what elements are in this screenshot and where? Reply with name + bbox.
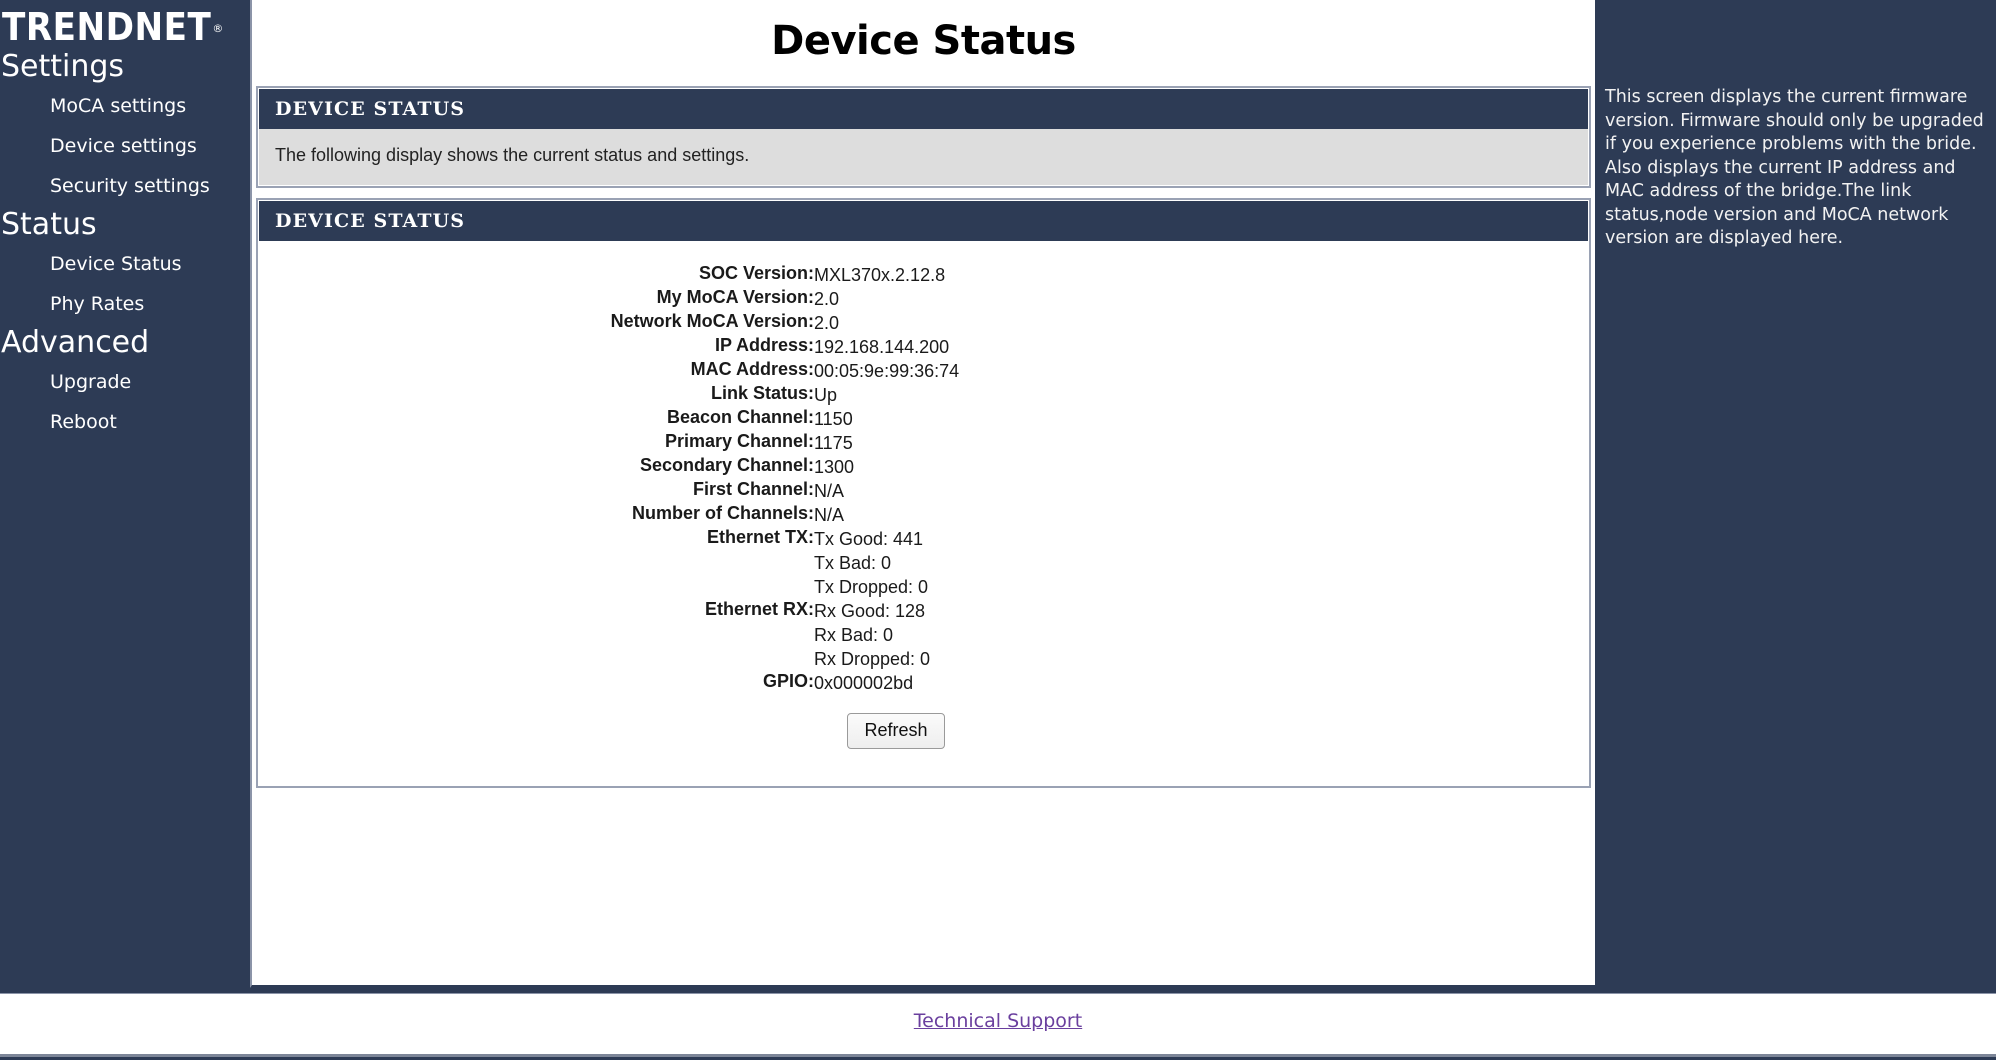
refresh-button-container: Refresh — [259, 695, 1533, 771]
info-panel-description: The following display shows the current … — [259, 129, 1588, 185]
row-label-secondary-channel: Secondary Channel: — [639, 455, 814, 475]
table-row: Number of Channels: N/A — [259, 503, 959, 527]
row-value-first-channel: N/A — [814, 481, 845, 501]
status-panel-header: DEVICE STATUS — [259, 201, 1588, 241]
table-row: Secondary Channel: 1300 — [259, 455, 959, 479]
device-status-table-panel: DEVICE STATUS SOC Version: MXL370x.2.12.… — [256, 198, 1591, 788]
table-row: My MoCA Version: 2.0 — [259, 287, 959, 311]
logo-text: TRENDNET — [2, 5, 212, 49]
help-panel: This screen displays the current firmwar… — [1597, 0, 1996, 990]
row-label-gpio: GPIO: — [762, 671, 814, 691]
row-label-network-moca-version: Network MoCA Version: — [610, 311, 814, 331]
row-value-link-status: Up — [814, 385, 838, 405]
row-label-soc-version: SOC Version: — [698, 263, 814, 283]
table-row: Primary Channel: 1175 — [259, 431, 959, 455]
help-panel-text: This screen displays the current firmwar… — [1605, 87, 1984, 248]
trendnet-logo: TRENDNET ® — [2, 6, 249, 48]
sidebar-heading-advanced: Advanced — [1, 325, 150, 360]
row-value-network-moca-version: 2.0 — [814, 313, 840, 333]
row-label-ethernet-rx: Ethernet RX: — [704, 599, 814, 619]
sidebar-item-device-status[interactable]: Device Status — [0, 244, 249, 284]
row-value-secondary-channel: 1300 — [814, 457, 855, 477]
footer: Technical Support — [0, 993, 1996, 1057]
row-value-number-of-channels: N/A — [814, 505, 845, 525]
row-label-ethernet-tx: Ethernet TX: — [706, 527, 814, 547]
device-status-page: TRENDNET ® Settings MoCA settings Device … — [0, 0, 1996, 1060]
table-row: Link Status: Up — [259, 383, 959, 407]
row-label-link-status: Link Status: — [710, 383, 814, 403]
row-value-soc-version: MXL370x.2.12.8 — [814, 265, 946, 285]
sidebar-heading-settings: Settings — [1, 49, 125, 84]
sidebar-item-moca-settings[interactable]: MoCA settings — [0, 86, 249, 126]
row-value-beacon-channel: 1150 — [814, 409, 853, 429]
logo-trademark-icon: ® — [212, 22, 224, 35]
sidebar-item-device-settings[interactable]: Device settings — [0, 126, 249, 166]
sidebar-item-security-settings[interactable]: Security settings — [0, 166, 249, 206]
table-row: GPIO: 0x000002bd — [259, 671, 959, 695]
table-row: MAC Address: 00:05:9e:99:36:74 — [259, 359, 960, 383]
device-status-table: SOC Version: MXL370x.2.12.8 My MoCA Vers… — [259, 263, 960, 695]
sidebar: TRENDNET ® Settings MoCA settings Device … — [0, 0, 249, 990]
table-row: IP Address: 192.168.144.200 — [259, 335, 959, 359]
sidebar-item-reboot[interactable]: Reboot — [0, 402, 249, 442]
table-row: Ethernet RX: Rx Good: 128 Rx Bad: 0 Rx D… — [259, 599, 959, 671]
info-panel-header: DEVICE STATUS — [259, 89, 1588, 129]
sidebar-item-phy-rates[interactable]: Phy Rates — [0, 284, 249, 324]
page-title: Device Status — [771, 18, 1076, 64]
sidebar-item-upgrade[interactable]: Upgrade — [0, 362, 249, 402]
row-label-primary-channel: Primary Channel: — [664, 431, 814, 451]
row-value-gpio: 0x000002bd — [814, 673, 914, 693]
row-label-mac-address: MAC Address: — [690, 359, 814, 379]
row-value-ethernet-tx: Tx Good: 441 Tx Bad: 0 Tx Dropped: 0 — [814, 529, 929, 597]
row-label-ip-address: IP Address: — [714, 335, 814, 355]
sidebar-heading-status: Status — [1, 207, 97, 242]
device-status-info-panel: DEVICE STATUS The following display show… — [256, 86, 1591, 188]
row-value-my-moca-version: 2.0 — [814, 289, 840, 309]
row-value-primary-channel: 1175 — [814, 433, 853, 453]
table-row: Ethernet TX: Tx Good: 441 Tx Bad: 0 Tx D… — [259, 527, 959, 599]
row-label-first-channel: First Channel: — [692, 479, 814, 499]
table-row: SOC Version: MXL370x.2.12.8 — [259, 263, 959, 287]
main-content: Device Status DEVICE STATUS The followin… — [250, 0, 1595, 988]
row-label-number-of-channels: Number of Channels: — [631, 503, 814, 523]
row-value-mac-address: 00:05:9e:99:36:74 — [814, 361, 960, 381]
table-row: Network MoCA Version: 2.0 — [259, 311, 959, 335]
technical-support-link[interactable]: Technical Support — [914, 1010, 1082, 1032]
row-label-beacon-channel: Beacon Channel: — [666, 407, 814, 427]
row-value-ip-address: 192.168.144.200 — [814, 337, 950, 357]
row-value-ethernet-rx: Rx Good: 128 Rx Bad: 0 Rx Dropped: 0 — [814, 601, 931, 669]
row-label-my-moca-version: My MoCA Version: — [656, 287, 814, 307]
refresh-button[interactable]: Refresh — [847, 713, 945, 749]
table-row: Beacon Channel: 1150 — [259, 407, 959, 431]
table-row: First Channel: N/A — [259, 479, 959, 503]
